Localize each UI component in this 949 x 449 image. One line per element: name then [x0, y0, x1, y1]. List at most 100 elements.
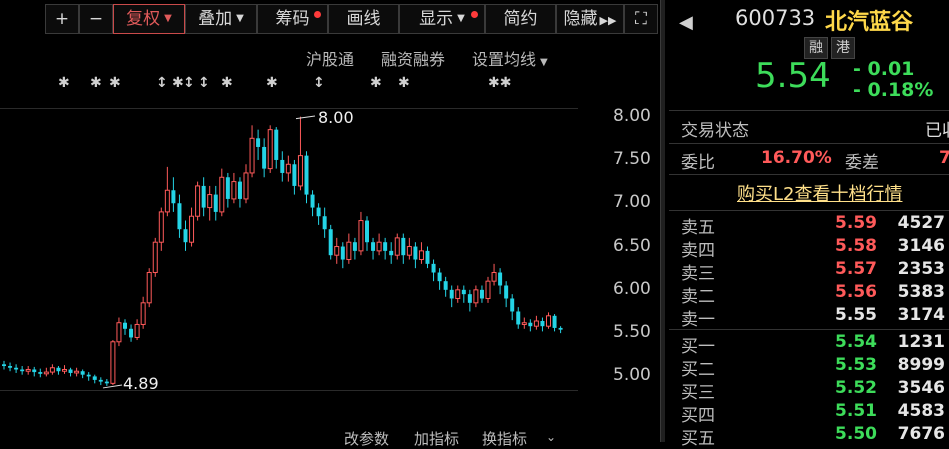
- candle-body: [322, 216, 327, 230]
- separator: [669, 174, 949, 175]
- candle-body: [189, 215, 195, 243]
- candle-body: [20, 369, 25, 372]
- candle-body: [195, 185, 201, 217]
- candle-body: [540, 321, 545, 327]
- stock-code: 600733: [735, 6, 816, 30]
- weibi-label: 委比: [681, 153, 715, 173]
- candle-body: [123, 322, 127, 329]
- bid-level-label: 买三: [681, 383, 715, 403]
- bid-level-volume: 4583: [897, 401, 945, 421]
- tab-huanzhibiao[interactable]: 换指标: [482, 428, 527, 449]
- candle-body: [383, 242, 388, 251]
- candle-body: [225, 177, 230, 199]
- candle-body: [164, 189, 170, 213]
- bid-level-price[interactable]: 5.52: [789, 378, 877, 398]
- bid-level-label: 买五: [681, 429, 715, 449]
- quote-panel: ◀ 600733 北汽蓝谷 融 港 5.54 - 0.01 - 0.18% 交易…: [669, 0, 949, 449]
- candle-body: [152, 241, 158, 274]
- candle-body: [146, 272, 152, 304]
- triangle-left-icon[interactable]: ◀: [679, 12, 693, 33]
- l2-purchase-link[interactable]: 购买L2查看十档行情: [737, 180, 902, 206]
- last-price: 5.54: [755, 56, 831, 96]
- bid-level-volume: 1231: [897, 332, 945, 352]
- ask-level-price[interactable]: 5.57: [789, 259, 877, 279]
- candle-body: [431, 263, 436, 273]
- high-annotation: 8.00: [318, 108, 354, 127]
- candle-body: [129, 328, 134, 338]
- tab-jiazhibiao[interactable]: 加指标: [414, 428, 459, 449]
- candle-body: [316, 207, 321, 217]
- candle-body: [49, 367, 55, 373]
- candle-body: [297, 155, 303, 187]
- bid-level-price[interactable]: 5.51: [789, 401, 877, 421]
- candle-body: [418, 250, 424, 261]
- ask-level-label: 卖四: [681, 241, 715, 261]
- candle-body: [256, 138, 261, 147]
- ask-level-price[interactable]: 5.58: [789, 236, 877, 256]
- candle-body: [62, 368, 67, 372]
- candle-body: [237, 181, 242, 199]
- candle-body: [491, 272, 497, 282]
- price-change: - 0.01: [853, 58, 915, 80]
- y-tick-label: 7.00: [613, 192, 651, 213]
- candle-body: [485, 280, 491, 299]
- separator: [669, 110, 949, 111]
- kline-chart-area[interactable]: + − 复权 ▼ 叠加 ▼ 筹码 画线 显示 ▼ 简约 隐藏 ▶▶ ⛶ 沪股通 融资融券…: [0, 0, 660, 448]
- candle-body: [406, 246, 412, 256]
- bid-level-label: 买一: [681, 337, 715, 357]
- candle-body: [219, 176, 225, 213]
- candle-body: [528, 322, 533, 327]
- candle-body: [207, 194, 213, 209]
- ask-level-label: 卖五: [681, 218, 715, 238]
- candle-body: [116, 322, 122, 343]
- candle-body: [310, 194, 315, 208]
- candle-body: [371, 242, 376, 251]
- candle-body: [43, 371, 49, 375]
- candle-body: [56, 367, 61, 372]
- y-tick-label: 8.00: [613, 105, 651, 126]
- bid-level-price[interactable]: 5.50: [789, 424, 877, 444]
- bid-level-price[interactable]: 5.54: [789, 332, 877, 352]
- candle-body: [413, 246, 418, 260]
- ask-level-price[interactable]: 5.55: [789, 305, 877, 325]
- candle-body: [510, 298, 515, 312]
- candle-body: [304, 155, 309, 195]
- bid-level-price[interactable]: 5.53: [789, 355, 877, 375]
- candle-body: [267, 129, 273, 170]
- weicha-label: 委差: [845, 153, 879, 173]
- candle-body: [401, 237, 406, 256]
- y-tick-label: 5.50: [613, 322, 651, 343]
- candle-body: [2, 364, 6, 367]
- stock-name: 北汽蓝谷: [825, 10, 914, 35]
- candle-body: [521, 322, 527, 325]
- ask-level-label: 卖三: [681, 264, 715, 284]
- candle-body: [274, 129, 279, 160]
- hk-connect-badge: 港: [831, 37, 855, 59]
- ask-level-price[interactable]: 5.56: [789, 282, 877, 302]
- y-tick-label: 6.00: [613, 278, 651, 299]
- panel-divider[interactable]: [660, 0, 665, 442]
- candle-body: [455, 289, 461, 299]
- bid-level-label: 买二: [681, 360, 715, 380]
- candle-body: [358, 220, 364, 252]
- candle-body: [352, 242, 357, 251]
- fullscreen-button[interactable]: ⛶: [624, 4, 658, 34]
- candle-body: [262, 146, 267, 169]
- candle-body: [213, 194, 218, 212]
- candle-body: [473, 289, 479, 304]
- candle-body: [340, 246, 345, 260]
- separator: [669, 143, 949, 144]
- ask-level-price[interactable]: 5.59: [789, 213, 877, 233]
- candle-body: [546, 315, 551, 327]
- candle-body: [552, 315, 557, 328]
- candle-body: [280, 159, 285, 173]
- candlestick-plot: [2, 115, 563, 389]
- low-marker-arrow: [102, 384, 123, 389]
- status-value: 已收: [925, 121, 949, 141]
- tab-gaicanshu[interactable]: 改参数: [344, 428, 389, 449]
- weicha-value: 7: [939, 148, 949, 168]
- candle-body: [14, 367, 19, 370]
- bid-level-volume: 8999: [897, 355, 945, 375]
- candle-body: [38, 372, 43, 374]
- bid-level-label: 买四: [681, 406, 715, 426]
